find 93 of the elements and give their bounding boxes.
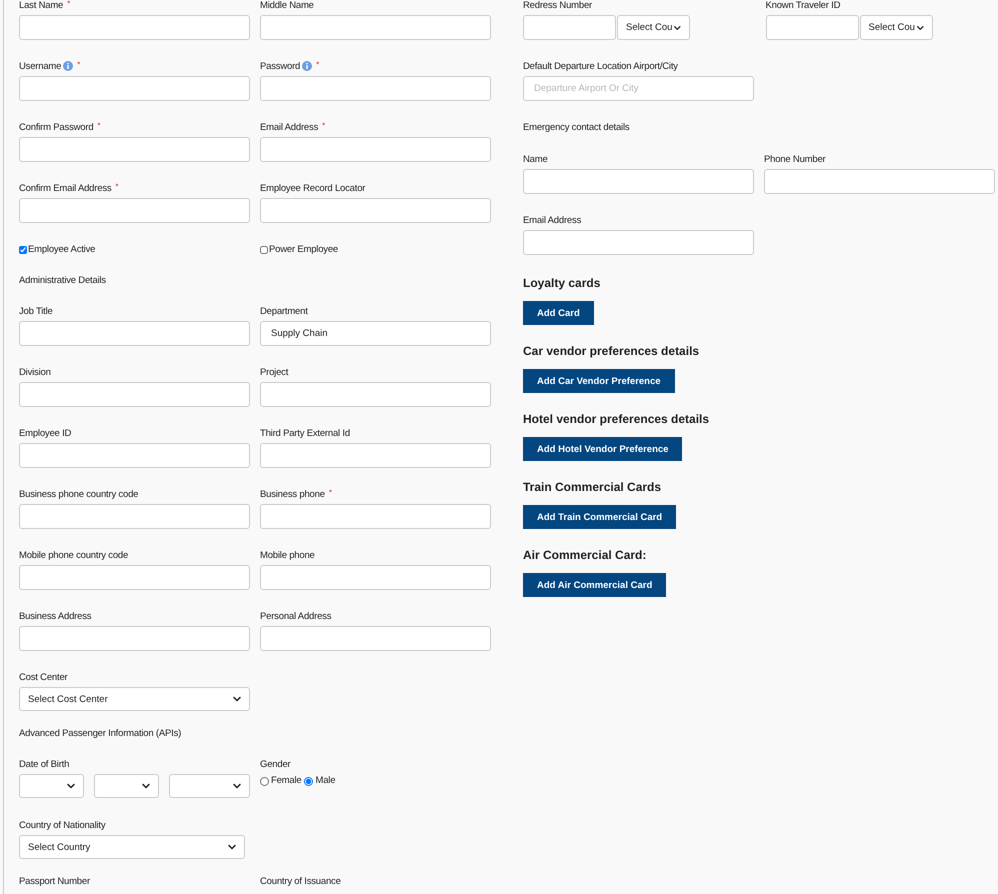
select-field[interactable]: Select Country (19, 835, 245, 859)
checkbox[interactable] (19, 246, 27, 254)
section-heading: Emergency contact details (523, 122, 630, 134)
add-button[interactable]: Add Air Commercial Card (523, 573, 666, 597)
field-label: Default Departure Location Airport/City (523, 61, 678, 73)
select-field[interactable] (169, 774, 250, 798)
text-field[interactable] (19, 443, 250, 468)
field-label: Employee ID (19, 428, 72, 440)
field-label: Country of Nationality (19, 820, 106, 832)
section-title: Hotel vendor preferences details (523, 412, 710, 426)
field-label: Mobile phone country code (19, 550, 128, 562)
text-field[interactable] (19, 382, 250, 407)
text-field[interactable] (523, 230, 754, 255)
required-mark: * (77, 61, 80, 69)
text-field[interactable] (19, 626, 250, 651)
field-label: Gender (260, 759, 290, 771)
add-button[interactable]: Add Hotel Vendor Preference (523, 437, 682, 461)
field-label: Job Title (19, 306, 53, 318)
text-field[interactable] (260, 382, 491, 407)
radio-option[interactable]: Female (260, 775, 302, 787)
text-field[interactable] (19, 15, 250, 40)
required-mark: * (67, 0, 70, 8)
text-field[interactable] (19, 198, 250, 223)
add-button[interactable]: Add Car Vendor Preference (523, 369, 675, 393)
select-field[interactable]: Select Cou (617, 15, 690, 40)
section-title: Air Commercial Card: (523, 548, 648, 562)
required-mark: * (97, 122, 100, 130)
field-label: Confirm Password (19, 122, 94, 134)
field-label: Business phone country code (19, 489, 138, 501)
required-mark: * (316, 61, 320, 69)
field-label: Passport Number (19, 876, 90, 888)
field-label: Confirm Email Address (19, 183, 112, 195)
field-label: Mobile phone (260, 550, 315, 562)
radio-option[interactable]: Male (304, 775, 336, 787)
text-field[interactable] (19, 137, 250, 162)
section-title: Train Commercial Cards (523, 480, 662, 494)
field-label: Email Address (260, 122, 318, 134)
select-field[interactable]: Select Cost Center (19, 687, 250, 711)
field-label: Business phone (260, 489, 325, 501)
add-button[interactable]: Add Card (523, 301, 594, 325)
section-title: Loyalty cards (523, 276, 602, 290)
text-field[interactable] (523, 15, 616, 40)
field-label: Third Party External Id (260, 428, 350, 440)
field-label: Phone Number (764, 154, 826, 166)
field-label: Employee Record Locator (260, 183, 366, 195)
text-field[interactable] (260, 565, 491, 590)
radio-button[interactable] (304, 776, 314, 786)
field-label: Last Name (19, 0, 64, 12)
add-button[interactable]: Add Train Commercial Card (523, 505, 676, 529)
field-label: Known Traveler ID (766, 0, 840, 12)
field-label: Name (523, 154, 548, 166)
field-label: Division (19, 367, 51, 379)
required-mark: * (115, 183, 118, 191)
field-label: Redress Number (523, 0, 592, 12)
radio-button[interactable] (260, 776, 269, 786)
field-label: Project (260, 367, 288, 379)
text-field[interactable] (260, 504, 491, 529)
field-label: Password (260, 61, 300, 73)
section-heading: Advanced Passenger Information (APIs) (19, 728, 182, 740)
field-label: Personal Address (260, 611, 332, 623)
text-field[interactable]: Departure Airport Or City (523, 76, 754, 101)
field-label: Middle Name (260, 0, 314, 12)
field-label: Date of Birth (19, 759, 70, 771)
checkbox-label[interactable]: Employee Active (19, 244, 250, 256)
field-label: Business Address (19, 611, 92, 623)
text-field[interactable] (19, 504, 250, 529)
text-field[interactable] (260, 137, 491, 162)
field-label: Email Address (523, 215, 582, 227)
field-label: Username (19, 61, 62, 73)
required-mark: * (322, 122, 326, 130)
field-label: Department (260, 306, 308, 318)
text-field[interactable] (766, 15, 858, 40)
select-field[interactable] (19, 774, 84, 798)
section-heading: Administrative Details (19, 275, 107, 287)
field-label: Cost Center (19, 672, 68, 684)
select-field[interactable] (94, 774, 159, 798)
text-field[interactable] (260, 626, 491, 651)
text-field[interactable] (260, 198, 491, 223)
checkbox[interactable] (260, 246, 268, 254)
text-field[interactable] (19, 321, 250, 346)
field-label: Country of Issuance (260, 876, 341, 888)
text-field[interactable] (764, 169, 995, 194)
text-field[interactable]: Supply Chain (260, 321, 491, 346)
required-mark: * (328, 489, 332, 497)
text-field[interactable] (260, 443, 491, 468)
text-field[interactable] (260, 15, 491, 40)
text-field[interactable] (19, 565, 250, 590)
select-field[interactable]: Select Cou (860, 15, 932, 40)
checkbox-label[interactable]: Power Employee (260, 244, 491, 256)
text-field[interactable] (19, 76, 250, 101)
text-field[interactable] (260, 76, 491, 101)
text-field[interactable] (523, 169, 754, 194)
section-title: Car vendor preferences details (523, 344, 700, 358)
